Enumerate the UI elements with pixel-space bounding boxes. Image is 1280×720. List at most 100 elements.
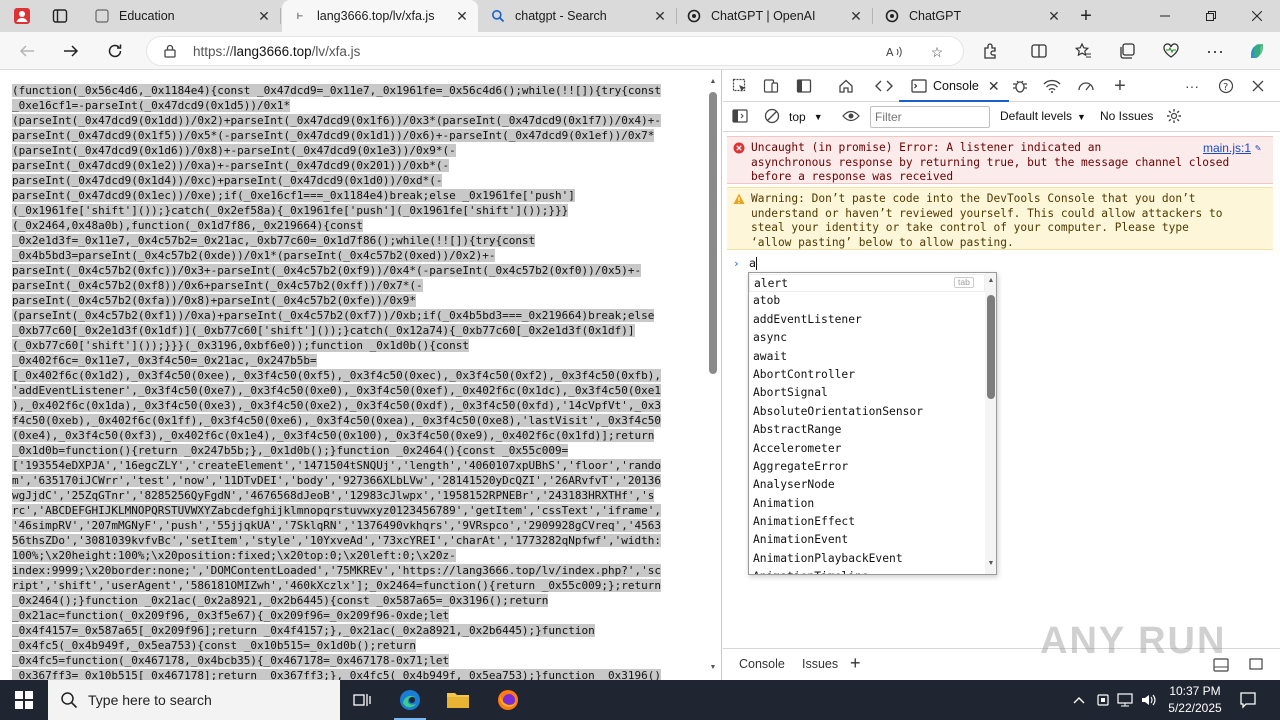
source-scrollbar[interactable]: ▲ ▼	[708, 78, 718, 674]
source-line[interactable]: ),_0x402f6c(0x1da),_0x3f4c50(0xe3),_0x3f…	[12, 399, 662, 412]
source-line[interactable]: ript','shift','userAgent','586181OMIZwh'…	[12, 579, 662, 592]
source-line[interactable]: _0x367ff3=_0x10b515[_0x467178];return _0…	[12, 669, 662, 680]
address-bar[interactable]: https://lang3666.top/lv/xfa.js A ☆	[146, 36, 964, 66]
tab-console[interactable]: Console ✕	[899, 70, 1009, 102]
url-text[interactable]: https://lang3666.top/lv/xfa.js	[193, 44, 360, 59]
extensions-icon[interactable]	[976, 36, 1006, 66]
taskbar-clock[interactable]: 10:37 PM 5/22/2025	[1160, 683, 1230, 717]
volume-icon[interactable]	[1140, 691, 1158, 709]
source-line[interactable]: index:9999;\x20border:none;','DOMContent…	[12, 564, 662, 577]
source-line[interactable]: parseInt(_0x4c57b2(0xf8))/0x6+parseInt(_…	[12, 279, 423, 292]
close-devtools-icon[interactable]	[1247, 76, 1269, 96]
source-line[interactable]: _0x4b5bd3=parseInt(_0x4c57b2(0xde))/0x1*…	[12, 249, 496, 262]
task-view-icon[interactable]	[338, 680, 386, 720]
autocomplete-item[interactable]: Animation	[749, 495, 985, 513]
performance-icon[interactable]	[1075, 76, 1097, 96]
favorite-star-icon[interactable]: ☆	[927, 43, 947, 61]
source-line[interactable]: m','635170iJCWrr','test','now','11DTvDEI…	[12, 474, 662, 487]
windows-start-icon[interactable]	[0, 680, 48, 720]
devtools-menu-icon[interactable]: ···	[1181, 76, 1203, 96]
taskbar-search-box[interactable]: Type here to search	[48, 680, 340, 720]
console-warning-message[interactable]: Warning: Don’t paste code into the DevTo…	[727, 187, 1273, 250]
source-line[interactable]: (parseInt(_0x4c57b2(0xf1))/0xa)+parseInt…	[12, 309, 655, 322]
close-tab-icon[interactable]: ✕	[454, 8, 470, 24]
source-line[interactable]: _0x402f6c=_0x11e7,_0x3f4c50=_0x21ac,_0x2…	[12, 354, 317, 367]
autocomplete-item[interactable]: AnimationEvent	[749, 531, 985, 549]
collections-icon[interactable]	[1112, 36, 1142, 66]
tab-chatgpt[interactable]: ChatGPT ✕	[874, 0, 1070, 32]
source-line[interactable]: _0x2e1d3f=_0x11e7,_0x4c57b2=_0x21ac,_0xb…	[12, 234, 536, 247]
issues-counter[interactable]: No Issues	[1100, 109, 1153, 123]
source-code-pane[interactable]: (function(_0x56c4d6,_0x1184e4){const _0x…	[0, 70, 722, 680]
split-screen-icon[interactable]	[1024, 36, 1054, 66]
autocomplete-item[interactable]: AnimationPlaybackEvent	[749, 550, 985, 568]
notifications-icon[interactable]	[1238, 690, 1258, 710]
autocomplete-item[interactable]: alert	[749, 274, 985, 293]
source-line[interactable]: _0x21ac=function(_0x209f96,_0x3f5e67){_0…	[12, 609, 450, 622]
close-tab-icon[interactable]: ✕	[256, 8, 272, 24]
close-tab-icon[interactable]: ✕	[848, 8, 864, 24]
edge-browser-icon[interactable]	[386, 680, 434, 720]
scroll-up-icon[interactable]: ▲	[987, 277, 995, 285]
source-line[interactable]: parseInt(_0x47dcd9(0x1f5))/0x5*(-parseIn…	[12, 129, 655, 142]
show-hidden-icons-icon[interactable]	[1070, 691, 1088, 709]
source-line[interactable]: f4c50(0xeb),_0x402f6c(0x1ff),_0x3f4c50(0…	[12, 414, 662, 427]
heartbeat-icon[interactable]	[1156, 36, 1186, 66]
log-levels-dropdown[interactable]: Default levels ▼	[1000, 109, 1086, 123]
add-drawer-tab-icon[interactable]: +	[850, 653, 861, 674]
source-line[interactable]: _0x1d0b=function(){return _0x247b5b;},_0…	[12, 444, 569, 457]
tab-chatgpt-openai[interactable]: ChatGPT | OpenAI ✕	[676, 0, 873, 32]
inspect-element-icon[interactable]	[729, 76, 751, 96]
scroll-up-icon[interactable]: ▲	[709, 78, 717, 86]
source-line[interactable]: 56thsZDo','3081039kvfvBc','setItem','sty…	[12, 534, 662, 547]
autocomplete-item[interactable]: AggregateError	[749, 458, 985, 476]
more-menu-icon[interactable]: ···	[1200, 36, 1230, 66]
bug-icon[interactable]	[1009, 76, 1031, 96]
close-drawer-icon[interactable]	[1249, 658, 1263, 673]
network-icon[interactable]	[1116, 691, 1134, 709]
minimize-icon[interactable]	[1142, 0, 1188, 32]
lock-icon[interactable]	[163, 44, 177, 58]
clear-console-icon[interactable]	[761, 106, 783, 126]
source-line[interactable]: _0x2464();}function _0x21ac(_0x2a8921,_0…	[12, 594, 549, 607]
more-tools-icon[interactable]: +	[1109, 75, 1131, 97]
source-line[interactable]: (_0xb77c60['shift']());}}}(_0x3196,0xbf6…	[12, 339, 469, 352]
tab-xfa-js[interactable]: ⊢ lang3666.top/lv/xfa.js ✕	[282, 0, 478, 32]
source-line[interactable]: parseInt(_0x47dcd9(0x1e2))/0xa)+-parseIn…	[12, 159, 450, 172]
context-selector[interactable]: top ▼	[789, 108, 823, 126]
drawer-tab-issues[interactable]: Issues	[802, 657, 838, 671]
scroll-thumb[interactable]	[987, 295, 995, 399]
tab-chatgpt-search[interactable]: chatgpt - Search ✕	[480, 0, 677, 32]
favorites-icon[interactable]	[1068, 36, 1098, 66]
scroll-thumb[interactable]	[709, 92, 717, 374]
source-line[interactable]: (_0x2464,0x48a0b),function(_0x1d7f86,_0x…	[12, 219, 363, 232]
source-code-text[interactable]: (function(_0x56c4d6,_0x1184e4){const _0x…	[12, 83, 706, 680]
source-line[interactable]: (parseInt(_0x47dcd9(0x1dd))/0x2)+parseIn…	[12, 114, 662, 127]
source-line[interactable]: rc','ABCDEFGHIJKLMNOPQRSTUVWXYZabcdefghi…	[12, 504, 662, 517]
back-icon[interactable]	[12, 36, 42, 66]
source-line[interactable]: _0x4f4157=_0x587a65[_0x209f96];return _0…	[12, 624, 595, 637]
autocomplete-item[interactable]: async	[749, 329, 985, 347]
console-input[interactable]: a	[749, 256, 756, 270]
source-line[interactable]: (function(_0x56c4d6,_0x1184e4){const _0x…	[12, 84, 662, 97]
autocomplete-item[interactable]: AbsoluteOrientationSensor	[749, 403, 985, 421]
source-line[interactable]: parseInt(_0x47dcd9(0x1ec))/0xe);if(_0xe1…	[12, 189, 575, 202]
source-line[interactable]: 100%;\x20height:100%;\x20position:fixed;…	[12, 549, 456, 562]
autocomplete-item[interactable]: AnimationEffect	[749, 513, 985, 531]
ai-explain-icon[interactable]: ✎	[1255, 142, 1267, 154]
close-tab-icon[interactable]: ✕	[988, 78, 1000, 95]
welcome-home-icon[interactable]	[835, 76, 857, 96]
autocomplete-item[interactable]: AbstractRange	[749, 421, 985, 439]
source-line[interactable]: [_0x402f6c(0x1d2),_0x3f4c50(0xee),_0x3f4…	[12, 369, 662, 382]
autocomplete-item[interactable]: AbortSignal	[749, 384, 985, 402]
autocomplete-scrollbar[interactable]: ▲ ▼	[985, 273, 996, 574]
live-expression-eye-icon[interactable]	[840, 106, 862, 126]
source-line[interactable]: ['193554eDXPJA','16egcZLY','createElemen…	[12, 459, 662, 472]
tab-actions-icon[interactable]	[46, 4, 74, 28]
autocomplete-item[interactable]: await	[749, 348, 985, 366]
drawer-tab-console[interactable]: Console	[739, 657, 785, 671]
source-line[interactable]: parseInt(_0x4c57b2(0xfa))/0x8)+parseInt(…	[12, 294, 416, 307]
autocomplete-dropdown[interactable]: alert atob addEventListener async await Abort…	[748, 272, 997, 575]
console-error-message[interactable]: Uncaught (in promise) Error: A listener …	[727, 136, 1273, 184]
forward-icon[interactable]	[56, 36, 86, 66]
